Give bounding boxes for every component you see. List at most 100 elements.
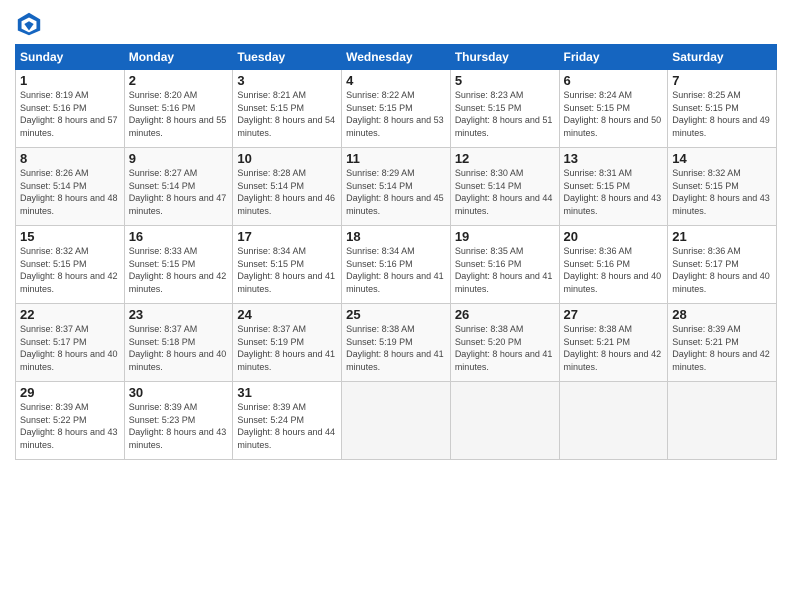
calendar-table: SundayMondayTuesdayWednesdayThursdayFrid…	[15, 44, 777, 460]
day-number: 26	[455, 307, 555, 322]
day-cell-11: 11 Sunrise: 8:29 AM Sunset: 5:14 PM Dayl…	[342, 148, 451, 226]
logo	[15, 10, 47, 38]
day-number: 22	[20, 307, 120, 322]
day-info: Sunrise: 8:21 AM Sunset: 5:15 PM Dayligh…	[237, 89, 337, 139]
day-cell-15: 15 Sunrise: 8:32 AM Sunset: 5:15 PM Dayl…	[16, 226, 125, 304]
day-info: Sunrise: 8:23 AM Sunset: 5:15 PM Dayligh…	[455, 89, 555, 139]
day-info: Sunrise: 8:36 AM Sunset: 5:17 PM Dayligh…	[672, 245, 772, 295]
day-number: 12	[455, 151, 555, 166]
day-info: Sunrise: 8:26 AM Sunset: 5:14 PM Dayligh…	[20, 167, 120, 217]
day-number: 27	[564, 307, 664, 322]
calendar-header: SundayMondayTuesdayWednesdayThursdayFrid…	[16, 45, 777, 70]
day-info: Sunrise: 8:37 AM Sunset: 5:18 PM Dayligh…	[129, 323, 229, 373]
day-header-thursday: Thursday	[450, 45, 559, 70]
day-info: Sunrise: 8:25 AM Sunset: 5:15 PM Dayligh…	[672, 89, 772, 139]
day-cell-10: 10 Sunrise: 8:28 AM Sunset: 5:14 PM Dayl…	[233, 148, 342, 226]
day-info: Sunrise: 8:35 AM Sunset: 5:16 PM Dayligh…	[455, 245, 555, 295]
week-row-5: 29 Sunrise: 8:39 AM Sunset: 5:22 PM Dayl…	[16, 382, 777, 460]
day-cell-22: 22 Sunrise: 8:37 AM Sunset: 5:17 PM Dayl…	[16, 304, 125, 382]
day-number: 24	[237, 307, 337, 322]
week-row-3: 15 Sunrise: 8:32 AM Sunset: 5:15 PM Dayl…	[16, 226, 777, 304]
day-number: 15	[20, 229, 120, 244]
header-row: SundayMondayTuesdayWednesdayThursdayFrid…	[16, 45, 777, 70]
day-cell-24: 24 Sunrise: 8:37 AM Sunset: 5:19 PM Dayl…	[233, 304, 342, 382]
empty-cell	[668, 382, 777, 460]
day-info: Sunrise: 8:28 AM Sunset: 5:14 PM Dayligh…	[237, 167, 337, 217]
day-number: 9	[129, 151, 229, 166]
day-cell-9: 9 Sunrise: 8:27 AM Sunset: 5:14 PM Dayli…	[124, 148, 233, 226]
empty-cell	[559, 382, 668, 460]
day-info: Sunrise: 8:29 AM Sunset: 5:14 PM Dayligh…	[346, 167, 446, 217]
day-info: Sunrise: 8:22 AM Sunset: 5:15 PM Dayligh…	[346, 89, 446, 139]
day-info: Sunrise: 8:38 AM Sunset: 5:19 PM Dayligh…	[346, 323, 446, 373]
day-cell-23: 23 Sunrise: 8:37 AM Sunset: 5:18 PM Dayl…	[124, 304, 233, 382]
day-cell-2: 2 Sunrise: 8:20 AM Sunset: 5:16 PM Dayli…	[124, 70, 233, 148]
day-number: 3	[237, 73, 337, 88]
day-info: Sunrise: 8:27 AM Sunset: 5:14 PM Dayligh…	[129, 167, 229, 217]
week-row-4: 22 Sunrise: 8:37 AM Sunset: 5:17 PM Dayl…	[16, 304, 777, 382]
day-number: 6	[564, 73, 664, 88]
day-cell-7: 7 Sunrise: 8:25 AM Sunset: 5:15 PM Dayli…	[668, 70, 777, 148]
day-info: Sunrise: 8:37 AM Sunset: 5:17 PM Dayligh…	[20, 323, 120, 373]
calendar-body: 1 Sunrise: 8:19 AM Sunset: 5:16 PM Dayli…	[16, 70, 777, 460]
day-cell-16: 16 Sunrise: 8:33 AM Sunset: 5:15 PM Dayl…	[124, 226, 233, 304]
day-info: Sunrise: 8:34 AM Sunset: 5:15 PM Dayligh…	[237, 245, 337, 295]
day-cell-27: 27 Sunrise: 8:38 AM Sunset: 5:21 PM Dayl…	[559, 304, 668, 382]
day-info: Sunrise: 8:39 AM Sunset: 5:24 PM Dayligh…	[237, 401, 337, 451]
day-number: 30	[129, 385, 229, 400]
day-number: 25	[346, 307, 446, 322]
day-cell-13: 13 Sunrise: 8:31 AM Sunset: 5:15 PM Dayl…	[559, 148, 668, 226]
day-header-tuesday: Tuesday	[233, 45, 342, 70]
day-number: 2	[129, 73, 229, 88]
header	[15, 10, 777, 38]
day-info: Sunrise: 8:32 AM Sunset: 5:15 PM Dayligh…	[20, 245, 120, 295]
day-number: 8	[20, 151, 120, 166]
week-row-1: 1 Sunrise: 8:19 AM Sunset: 5:16 PM Dayli…	[16, 70, 777, 148]
day-number: 17	[237, 229, 337, 244]
day-cell-21: 21 Sunrise: 8:36 AM Sunset: 5:17 PM Dayl…	[668, 226, 777, 304]
day-number: 14	[672, 151, 772, 166]
empty-cell	[342, 382, 451, 460]
day-number: 10	[237, 151, 337, 166]
page-container: SundayMondayTuesdayWednesdayThursdayFrid…	[0, 0, 792, 465]
day-info: Sunrise: 8:34 AM Sunset: 5:16 PM Dayligh…	[346, 245, 446, 295]
day-info: Sunrise: 8:36 AM Sunset: 5:16 PM Dayligh…	[564, 245, 664, 295]
day-cell-6: 6 Sunrise: 8:24 AM Sunset: 5:15 PM Dayli…	[559, 70, 668, 148]
day-header-monday: Monday	[124, 45, 233, 70]
day-cell-31: 31 Sunrise: 8:39 AM Sunset: 5:24 PM Dayl…	[233, 382, 342, 460]
day-cell-28: 28 Sunrise: 8:39 AM Sunset: 5:21 PM Dayl…	[668, 304, 777, 382]
day-info: Sunrise: 8:20 AM Sunset: 5:16 PM Dayligh…	[129, 89, 229, 139]
day-number: 7	[672, 73, 772, 88]
day-info: Sunrise: 8:33 AM Sunset: 5:15 PM Dayligh…	[129, 245, 229, 295]
day-header-sunday: Sunday	[16, 45, 125, 70]
day-number: 5	[455, 73, 555, 88]
day-info: Sunrise: 8:38 AM Sunset: 5:21 PM Dayligh…	[564, 323, 664, 373]
day-number: 23	[129, 307, 229, 322]
day-cell-19: 19 Sunrise: 8:35 AM Sunset: 5:16 PM Dayl…	[450, 226, 559, 304]
day-cell-5: 5 Sunrise: 8:23 AM Sunset: 5:15 PM Dayli…	[450, 70, 559, 148]
day-info: Sunrise: 8:38 AM Sunset: 5:20 PM Dayligh…	[455, 323, 555, 373]
day-number: 21	[672, 229, 772, 244]
day-header-saturday: Saturday	[668, 45, 777, 70]
day-number: 16	[129, 229, 229, 244]
day-info: Sunrise: 8:32 AM Sunset: 5:15 PM Dayligh…	[672, 167, 772, 217]
day-cell-14: 14 Sunrise: 8:32 AM Sunset: 5:15 PM Dayl…	[668, 148, 777, 226]
day-cell-26: 26 Sunrise: 8:38 AM Sunset: 5:20 PM Dayl…	[450, 304, 559, 382]
day-number: 11	[346, 151, 446, 166]
day-info: Sunrise: 8:19 AM Sunset: 5:16 PM Dayligh…	[20, 89, 120, 139]
logo-icon	[15, 10, 43, 38]
day-number: 18	[346, 229, 446, 244]
day-info: Sunrise: 8:37 AM Sunset: 5:19 PM Dayligh…	[237, 323, 337, 373]
day-info: Sunrise: 8:31 AM Sunset: 5:15 PM Dayligh…	[564, 167, 664, 217]
day-info: Sunrise: 8:30 AM Sunset: 5:14 PM Dayligh…	[455, 167, 555, 217]
day-info: Sunrise: 8:39 AM Sunset: 5:23 PM Dayligh…	[129, 401, 229, 451]
day-header-wednesday: Wednesday	[342, 45, 451, 70]
day-info: Sunrise: 8:39 AM Sunset: 5:22 PM Dayligh…	[20, 401, 120, 451]
day-cell-18: 18 Sunrise: 8:34 AM Sunset: 5:16 PM Dayl…	[342, 226, 451, 304]
day-number: 20	[564, 229, 664, 244]
day-number: 13	[564, 151, 664, 166]
week-row-2: 8 Sunrise: 8:26 AM Sunset: 5:14 PM Dayli…	[16, 148, 777, 226]
day-cell-25: 25 Sunrise: 8:38 AM Sunset: 5:19 PM Dayl…	[342, 304, 451, 382]
day-cell-17: 17 Sunrise: 8:34 AM Sunset: 5:15 PM Dayl…	[233, 226, 342, 304]
day-header-friday: Friday	[559, 45, 668, 70]
